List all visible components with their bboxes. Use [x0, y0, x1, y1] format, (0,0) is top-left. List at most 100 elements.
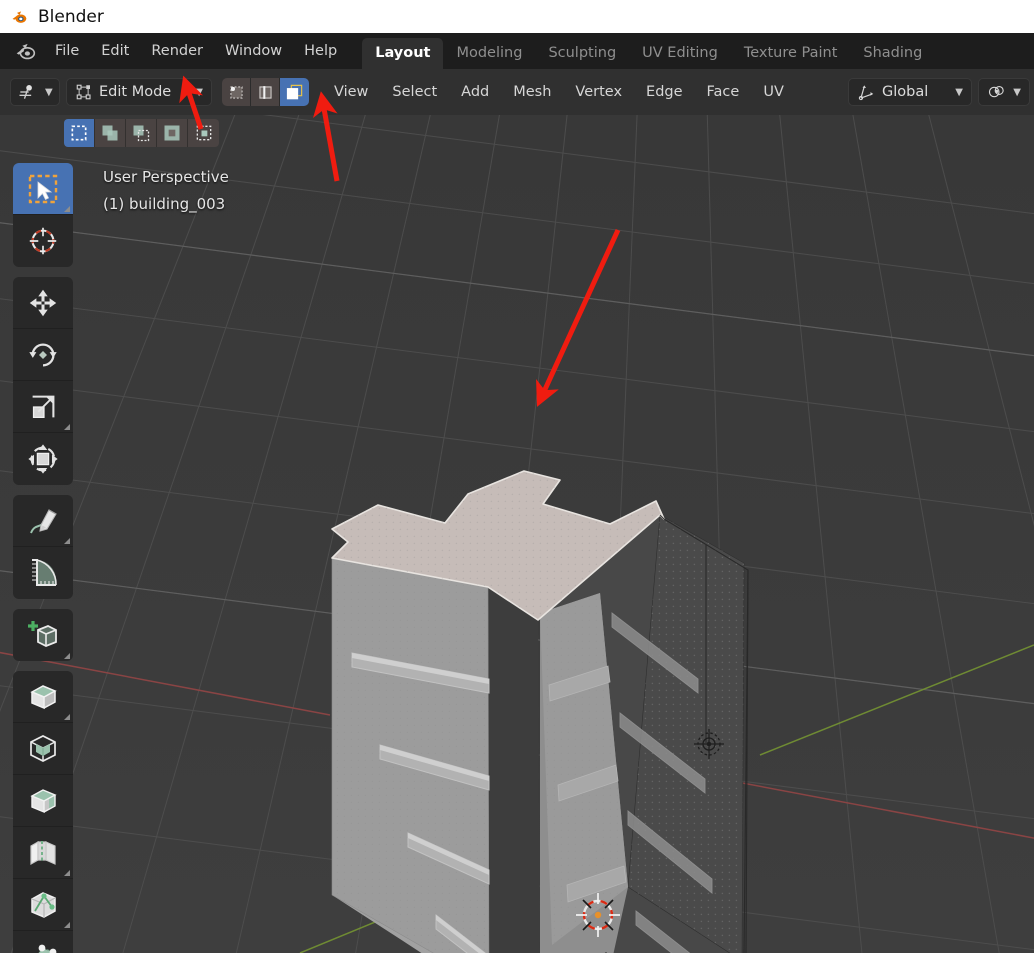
transform-icon	[28, 444, 58, 474]
tool-group-add	[13, 609, 73, 661]
tool-group-mesh-edit	[13, 671, 73, 953]
chevron-down-icon: ▼	[195, 86, 203, 98]
window-titlebar: Blender	[0, 0, 1034, 33]
select-extend-icon	[102, 125, 118, 141]
tool-rotate[interactable]	[13, 329, 73, 381]
topbar: File Edit Render Window Help Layout Mode…	[0, 33, 1034, 69]
tool-measure[interactable]	[13, 547, 73, 599]
select-box-cursor-icon	[28, 174, 58, 203]
vp-menu-add[interactable]: Add	[452, 80, 498, 104]
extrude-region-icon	[30, 684, 57, 709]
tool-group-annotate	[13, 495, 73, 599]
menu-file[interactable]: File	[44, 39, 90, 63]
tool-poly-build[interactable]	[13, 931, 73, 953]
menu-render[interactable]: Render	[140, 39, 214, 63]
tool-loop-cut[interactable]	[13, 827, 73, 879]
tool-annotate[interactable]	[13, 495, 73, 547]
chevron-down-icon: ▼	[1013, 86, 1021, 98]
mode-selector[interactable]: Edit Mode ▼	[66, 78, 212, 106]
face-select-mode-button[interactable]	[280, 78, 309, 106]
tool-transform[interactable]	[13, 433, 73, 485]
workspace-tab-texture-paint[interactable]: Texture Paint	[731, 38, 851, 69]
workspace-tab-layout[interactable]: Layout	[362, 38, 444, 69]
tool-add-cube[interactable]	[13, 609, 73, 661]
viewport-header-right: Global ▼ ▼	[848, 78, 1034, 106]
select-tool-mode-group	[64, 119, 219, 147]
bevel-icon	[30, 788, 57, 813]
viewport-canvas	[0, 115, 1034, 953]
vp-menu-select[interactable]: Select	[383, 80, 446, 104]
snap-magnet-icon	[988, 85, 1004, 98]
blender-window: Blender File Edit Render Window Help Lay…	[0, 0, 1034, 953]
expand-corner-icon	[64, 653, 70, 659]
vertex-select-icon	[229, 85, 243, 99]
window-title: Blender	[38, 6, 104, 27]
expand-corner-icon	[64, 206, 70, 212]
select-invert-icon	[164, 125, 180, 141]
vertex-select-mode-button[interactable]	[222, 78, 251, 106]
add-cube-icon	[28, 621, 57, 647]
move-arrows-icon	[29, 289, 57, 316]
scale-icon	[32, 395, 55, 418]
snapping-button[interactable]: ▼	[978, 78, 1030, 106]
mesh-select-mode-group	[222, 78, 309, 106]
editor-type-button[interactable]: ▼	[10, 78, 60, 106]
edit-mode-icon	[76, 84, 91, 100]
poly-build-icon	[38, 944, 57, 953]
tool-shelf	[13, 163, 73, 953]
orientation-axis-icon	[858, 84, 874, 100]
vp-menu-edge[interactable]: Edge	[637, 80, 692, 104]
loop-cut-icon	[30, 840, 56, 865]
workspace-tab-modeling[interactable]: Modeling	[443, 38, 535, 69]
select-subtract-button[interactable]	[126, 119, 157, 147]
knife-icon	[31, 891, 56, 918]
vp-menu-mesh[interactable]: Mesh	[504, 80, 560, 104]
select-set-button[interactable]	[64, 119, 95, 147]
expand-corner-icon	[64, 922, 70, 928]
measure-ruler-icon	[32, 559, 57, 586]
menu-help[interactable]: Help	[293, 39, 348, 63]
tool-cursor[interactable]	[13, 215, 73, 267]
vp-menu-view[interactable]: View	[325, 80, 377, 104]
tool-tweak-select-box[interactable]	[13, 163, 73, 215]
tool-group-select	[13, 163, 73, 267]
select-set-icon	[71, 125, 87, 141]
workspace-tabs: Layout Modeling Sculpting UV Editing Tex…	[362, 33, 935, 69]
select-invert-button[interactable]	[157, 119, 188, 147]
select-extend-button[interactable]	[95, 119, 126, 147]
select-intersect-button[interactable]	[188, 119, 219, 147]
blender-icon[interactable]	[12, 38, 38, 64]
chevron-down-icon: ▼	[955, 86, 963, 98]
mode-selector-label: Edit Mode	[99, 84, 172, 100]
annotate-pencil-icon	[30, 508, 57, 533]
menu-edit[interactable]: Edit	[90, 39, 140, 63]
select-intersect-icon	[196, 125, 211, 141]
tool-bevel[interactable]	[13, 775, 73, 827]
editor-type-icon	[19, 85, 32, 99]
tool-group-transform	[13, 277, 73, 485]
workspace-tab-shading[interactable]: Shading	[850, 38, 935, 69]
transform-orientation-selector[interactable]: Global ▼	[848, 78, 972, 106]
edge-select-mode-button[interactable]	[251, 78, 280, 106]
chevron-down-icon: ▼	[45, 86, 53, 98]
vp-menu-vertex[interactable]: Vertex	[566, 80, 631, 104]
workspace-tab-uv-editing[interactable]: UV Editing	[629, 38, 731, 69]
tool-inset-faces[interactable]	[13, 723, 73, 775]
tool-scale[interactable]	[13, 381, 73, 433]
transform-orientation-label: Global	[882, 84, 929, 100]
inset-faces-icon	[30, 734, 56, 762]
building-003-mesh[interactable]	[331, 470, 749, 953]
tool-knife[interactable]	[13, 879, 73, 931]
menu-window[interactable]: Window	[214, 39, 293, 63]
vp-menu-uv[interactable]: UV	[754, 80, 793, 104]
workspace-tab-sculpting[interactable]: Sculpting	[535, 38, 629, 69]
face-select-icon	[286, 84, 303, 99]
viewport-header: ▼ Edit Mode ▼ View Select Add Mesh Verte…	[0, 69, 1034, 115]
tool-move[interactable]	[13, 277, 73, 329]
blender-logo-icon	[12, 10, 27, 23]
tool-extrude-region[interactable]	[13, 671, 73, 723]
select-subtract-icon	[133, 125, 150, 142]
vp-menu-face[interactable]: Face	[698, 80, 749, 104]
3d-viewport[interactable]	[0, 115, 1034, 953]
expand-corner-icon	[64, 424, 70, 430]
